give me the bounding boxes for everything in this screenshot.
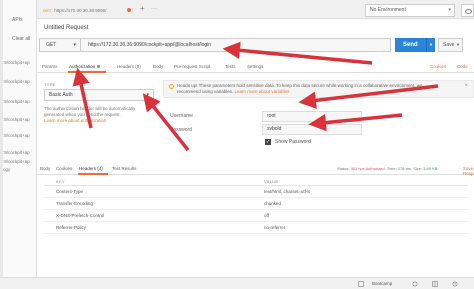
time-value: 178 ms	[397, 166, 411, 171]
variables-link[interactable]: Learn more about variables	[235, 89, 290, 94]
tab-authorization[interactable]: Authorization	[69, 64, 101, 69]
history-item[interactable]: :9/cockpit+ap	[3, 159, 30, 164]
resp-tab-headers[interactable]: Headers (4)	[79, 166, 103, 171]
history-item[interactable]: :9/cockpit+ap	[3, 150, 30, 155]
save-response-button[interactable]: Save Response	[463, 166, 474, 176]
auth-type-select[interactable]: Basic Auth ▾	[44, 89, 154, 101]
chevron-down-icon: ▾	[448, 7, 451, 13]
history-item[interactable]: ogy	[3, 167, 10, 172]
code-link[interactable]: Code	[457, 64, 468, 69]
row-value: off	[264, 213, 269, 218]
method-value: GET	[46, 42, 57, 48]
size-value: 3.49 KB	[423, 166, 438, 171]
row-key: X-DNS-Prefetch-Control	[56, 213, 105, 218]
tab-prerequest-script[interactable]: Pre-request Script	[174, 64, 210, 69]
sidebar: APIs Clear all :9/cockpit+ap :9/cockpit+…	[3, 0, 37, 289]
status-dot-icon	[97, 65, 101, 68]
learn-auth-link[interactable]: Learn more about authorization	[44, 118, 107, 123]
cookies-link[interactable]: Cookies	[430, 64, 446, 69]
build-icon[interactable]	[412, 281, 418, 287]
tab-method: GET	[43, 7, 52, 13]
history-item[interactable]: :9/cockpit+ap	[3, 117, 30, 122]
tab-tests[interactable]: Tests	[225, 64, 236, 69]
save-label: Save	[443, 42, 455, 48]
request-tab[interactable]: GET https://172.30.30.36:9090/	[43, 4, 131, 16]
tab-headers[interactable]: Headers (8)	[117, 64, 141, 69]
time-label: Time:	[386, 166, 397, 171]
info-icon	[169, 84, 174, 89]
tab-bar: GET https://172.30.30.36:9090/ + ··· No …	[37, 0, 474, 19]
row-value: no-referrer	[264, 225, 286, 230]
status-label: Status:	[337, 166, 350, 171]
bootcamp-icon	[358, 281, 364, 287]
bootcamp-button[interactable]: Bootcamp	[372, 281, 392, 286]
headers-table-head: KEY VALUE	[44, 177, 468, 186]
method-select[interactable]: GET ▾	[40, 39, 81, 51]
col-key: KEY	[56, 179, 65, 184]
table-row: X-DNS-Prefetch-Control off	[44, 210, 468, 222]
request-title[interactable]: Untitled Request	[44, 25, 88, 31]
send-options-chevron-icon[interactable]: ▼	[426, 38, 435, 52]
row-value: text/html; charset=utf-8	[264, 189, 310, 194]
environment-select[interactable]: No Environment ▾	[365, 4, 455, 17]
request-subtabs: Params Authorization Headers (8) Body Pr…	[37, 61, 474, 73]
table-row: Transfer-Encoding chunked	[44, 198, 468, 210]
heads-up-text: Heads up! These parameters hold sensitiv…	[177, 83, 423, 94]
size-label: Size:	[413, 166, 423, 171]
password-field[interactable]: svbold	[262, 124, 362, 135]
add-tab-button[interactable]: +	[140, 4, 145, 14]
response-status: Status: 401 Not Authorized Time: 178 ms …	[337, 166, 437, 171]
unsaved-dot-icon	[127, 8, 131, 12]
tab-authorization-label: Authorization	[69, 64, 96, 69]
resp-tab-test-results[interactable]: Test Results	[112, 166, 137, 171]
clear-all-link[interactable]: Clear all	[12, 36, 30, 42]
row-key: Content-Type	[56, 189, 84, 194]
chevron-down-icon: ▾	[73, 42, 76, 48]
chevron-down-icon: ▾	[146, 92, 149, 98]
help-icon[interactable]: ?	[452, 281, 458, 287]
close-icon[interactable]: ×	[464, 83, 468, 89]
row-value: chunked	[264, 201, 282, 206]
sidebar-apis[interactable]: APIs	[12, 17, 23, 23]
tab-url: https://172.30.30.36:9090/	[54, 7, 107, 13]
auth-description: The authorization header will be automat…	[44, 106, 136, 117]
layout-icon[interactable]	[432, 281, 438, 287]
history-item[interactable]: :9/cockpit+ap	[3, 99, 30, 104]
history-item[interactable]: :9/cockpit+ap	[3, 133, 30, 138]
show-password-checkbox[interactable]: ✓	[265, 139, 271, 145]
active-tab-indicator	[78, 173, 108, 175]
col-value: VALUE	[264, 179, 279, 184]
heads-up-banner: Heads up! These parameters hold sensitiv…	[163, 80, 474, 98]
more-tabs-button[interactable]: ···	[151, 4, 157, 14]
status-value: 401 Not Authorized	[350, 166, 385, 171]
response-tabs: Body Cookies Headers (4) Test Results St…	[37, 164, 474, 176]
auth-type-value: Basic Auth	[49, 92, 73, 98]
show-password-label: Show Password	[275, 139, 311, 145]
save-button[interactable]: Save ▼	[438, 38, 463, 52]
auth-type-label: TYPE	[44, 82, 56, 87]
environment-value: No Environment	[370, 7, 406, 13]
url-input[interactable]: https://172.30.30.36:9090/cockpit+app/@l…	[88, 39, 211, 51]
url-bar: GET ▾ https://172.30.30.36:9090/cockpit+…	[39, 38, 391, 52]
eye-icon[interactable]	[461, 4, 474, 17]
table-row: Referrer-Policy no-referrer	[44, 222, 468, 234]
row-key: Referrer-Policy	[56, 225, 87, 230]
password-label: Password	[170, 127, 192, 133]
username-label: Username	[170, 113, 194, 119]
history-item[interactable]: :9/cockpit+ap	[3, 79, 30, 84]
resp-tab-body[interactable]: Body	[40, 166, 50, 171]
chevron-down-icon: ▼	[456, 42, 460, 47]
arrow-to-auth-type	[142, 93, 190, 152]
heads-up-message: Heads up! These parameters hold sensitiv…	[177, 83, 447, 95]
table-row: Content-Type text/html; charset=utf-8	[44, 186, 468, 198]
tab-settings[interactable]: Settings	[247, 64, 263, 69]
row-key: Transfer-Encoding	[56, 201, 93, 206]
active-tab-indicator	[68, 71, 106, 73]
tab-params[interactable]: Params	[42, 64, 58, 69]
status-bar: Bootcamp ?	[0, 277, 474, 289]
resp-tab-cookies[interactable]: Cookies	[56, 166, 72, 171]
history-item[interactable]: :9/cockpit+ap	[3, 60, 30, 65]
username-field[interactable]: root	[262, 111, 362, 122]
tab-body[interactable]: Body	[153, 64, 163, 69]
